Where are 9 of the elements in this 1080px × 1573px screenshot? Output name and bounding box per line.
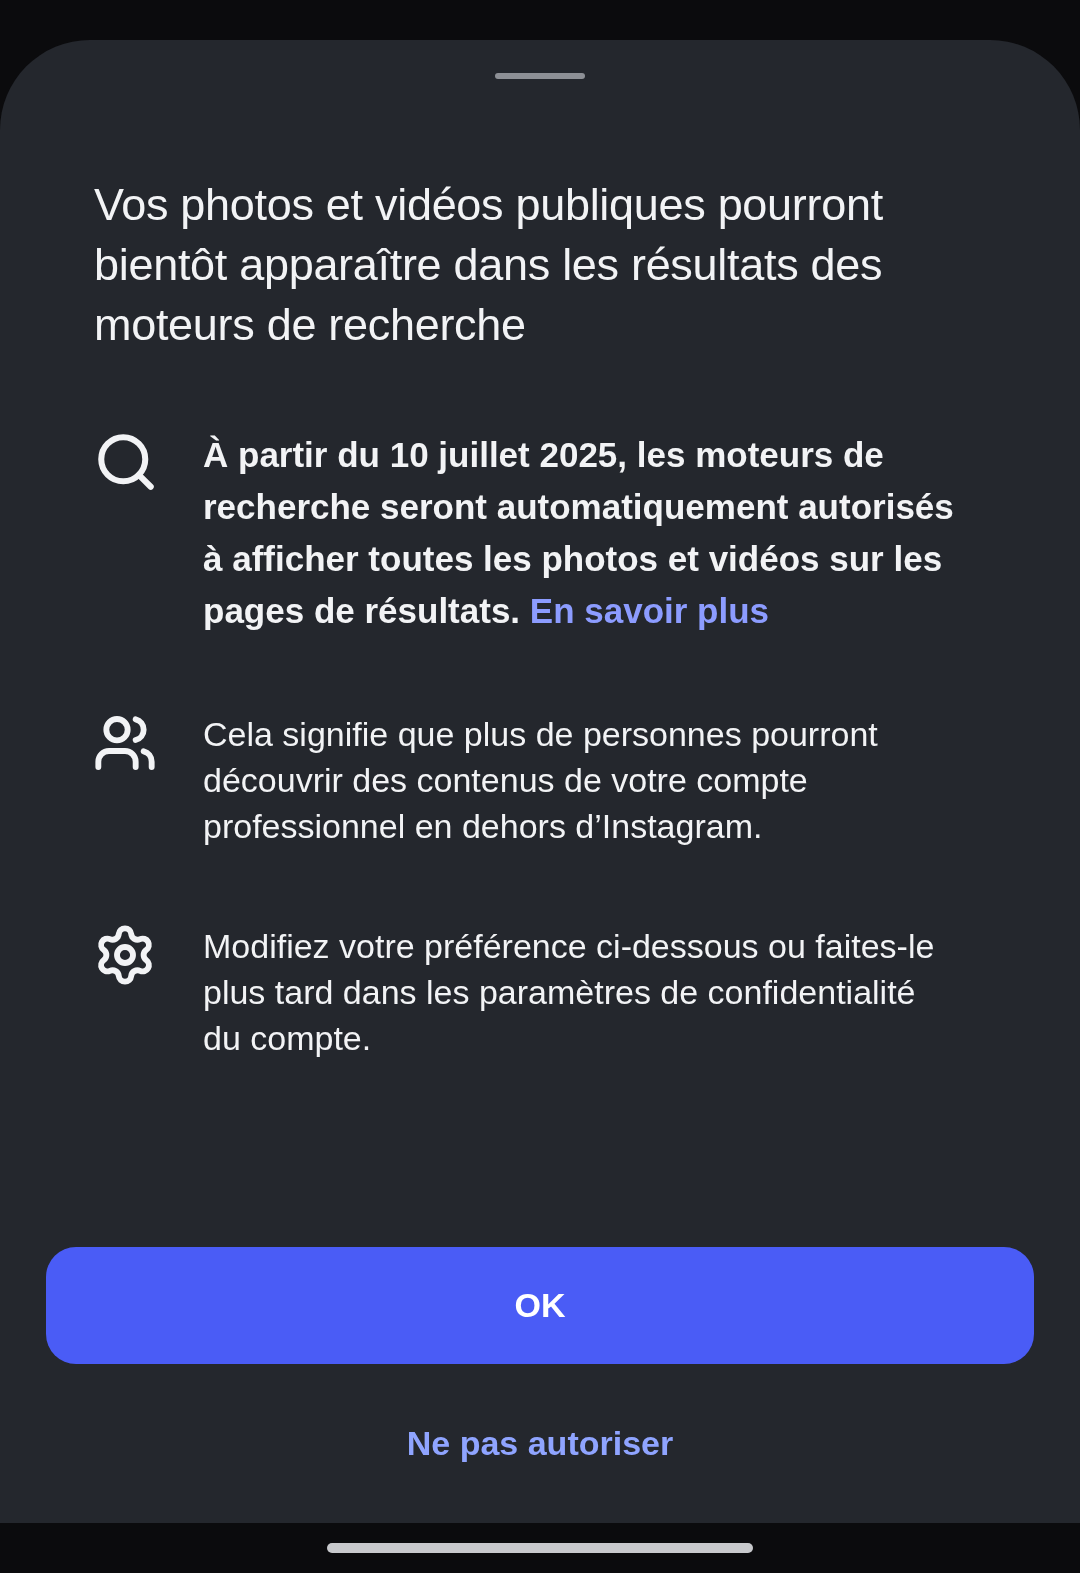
- info-text: Cela signifie que plus de personnes pourront découvrir des contenus de votre compte professionnel en dehors d’Instagram.: [203, 714, 879, 847]
- decline-button[interactable]: Ne pas autoriser: [386, 1414, 694, 1473]
- drag-handle[interactable]: [495, 73, 585, 79]
- info-text: Modifiez votre préférence ci-dessous ou faites-le plus tard dans les paramètres de confidentialité du compte.: [203, 926, 936, 1059]
- ok-button[interactable]: OK: [46, 1247, 1034, 1364]
- sheet-title: Vos photos et vidéos publiques pourront bientôt apparaître dans les résultats des moteurs de recherche: [94, 178, 884, 352]
- info-text: À partir du 10 juillet 2025, les moteurs de recherche seront automatiquement autorisés à afficher toutes les photos et vidéos sur les pages de résultats. En savoir plus: [203, 434, 955, 632]
- home-indicator[interactable]: [327, 1543, 753, 1553]
- learn-more-link[interactable]: En savoir plus: [529, 591, 770, 630]
